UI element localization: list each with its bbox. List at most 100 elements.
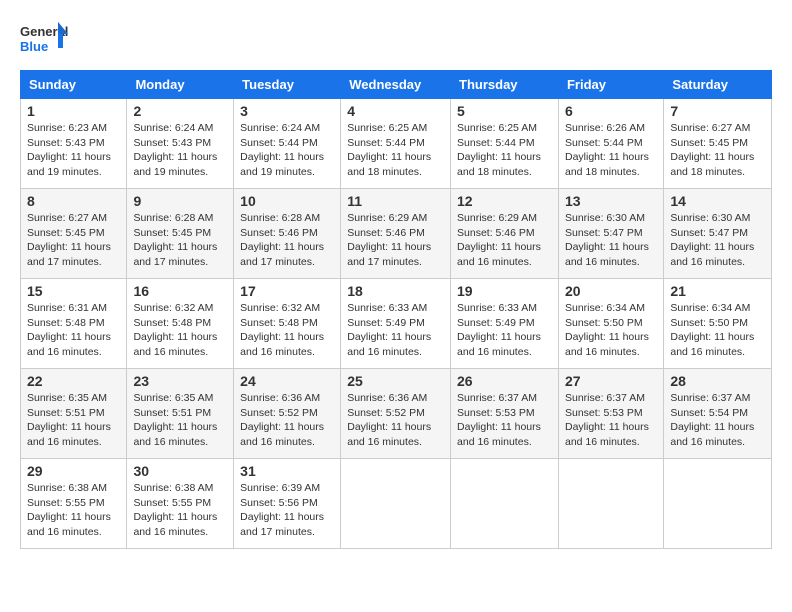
calendar-cell: 8Sunrise: 6:27 AMSunset: 5:45 PMDaylight… — [21, 189, 127, 279]
day-number: 29 — [27, 463, 120, 479]
col-header-thursday: Thursday — [451, 71, 559, 99]
calendar-cell: 23 Sunrise: 6:35 AMSunset: 5:51 PMDayligh… — [127, 369, 234, 459]
day-info: Sunrise: 6:35 AMSunset: 5:51 PMDaylight:… — [27, 391, 120, 450]
day-number: 16 — [133, 283, 227, 299]
calendar-cell: 31Sunrise: 6:39 AMSunset: 5:56 PMDayligh… — [234, 459, 341, 549]
calendar-cell: 6 Sunrise: 6:26 AMSunset: 5:44 PMDaylight… — [558, 99, 663, 189]
day-number: 6 — [565, 103, 657, 119]
day-info: Sunrise: 6:38 AMSunset: 5:55 PMDaylight:… — [133, 481, 227, 540]
calendar-cell: 11 Sunrise: 6:29 AMSunset: 5:46 PMDayligh… — [341, 189, 451, 279]
day-number: 1 — [27, 103, 120, 119]
col-header-saturday: Saturday — [664, 71, 772, 99]
calendar-cell: 18 Sunrise: 6:33 AMSunset: 5:49 PMDayligh… — [341, 279, 451, 369]
day-info: Sunrise: 6:38 AMSunset: 5:55 PMDaylight:… — [27, 481, 120, 540]
day-number: 11 — [347, 193, 444, 209]
day-number: 3 — [240, 103, 334, 119]
calendar-cell: 19 Sunrise: 6:33 AMSunset: 5:49 PMDayligh… — [451, 279, 559, 369]
logo-svg: General Blue — [20, 20, 70, 60]
calendar-cell: 17 Sunrise: 6:32 AMSunset: 5:48 PMDayligh… — [234, 279, 341, 369]
day-number: 4 — [347, 103, 444, 119]
day-info: Sunrise: 6:35 AMSunset: 5:51 PMDaylight:… — [133, 391, 227, 450]
day-info: Sunrise: 6:32 AMSunset: 5:48 PMDaylight:… — [133, 301, 227, 360]
day-info: Sunrise: 6:31 AMSunset: 5:48 PMDaylight:… — [27, 301, 120, 360]
calendar-cell: 12 Sunrise: 6:29 AMSunset: 5:46 PMDayligh… — [451, 189, 559, 279]
calendar-cell: 26 Sunrise: 6:37 AMSunset: 5:53 PMDayligh… — [451, 369, 559, 459]
day-info: Sunrise: 6:34 AMSunset: 5:50 PMDaylight:… — [670, 301, 765, 360]
col-header-monday: Monday — [127, 71, 234, 99]
calendar-cell: 27 Sunrise: 6:37 AMSunset: 5:53 PMDayligh… — [558, 369, 663, 459]
day-number: 25 — [347, 373, 444, 389]
day-info: Sunrise: 6:29 AMSunset: 5:46 PMDaylight:… — [457, 211, 552, 270]
calendar-cell: 10 Sunrise: 6:28 AMSunset: 5:46 PMDayligh… — [234, 189, 341, 279]
calendar-cell — [664, 459, 772, 549]
calendar-cell — [558, 459, 663, 549]
calendar-cell: 15 Sunrise: 6:31 AMSunset: 5:48 PMDayligh… — [21, 279, 127, 369]
day-number: 13 — [565, 193, 657, 209]
calendar-cell: 29 Sunrise: 6:38 AMSunset: 5:55 PMDayligh… — [21, 459, 127, 549]
calendar-cell: 24 Sunrise: 6:36 AMSunset: 5:52 PMDayligh… — [234, 369, 341, 459]
day-number: 22 — [27, 373, 120, 389]
day-info: Sunrise: 6:34 AMSunset: 5:50 PMDaylight:… — [565, 301, 657, 360]
day-number: 15 — [27, 283, 120, 299]
day-info: Sunrise: 6:27 AMSunset: 5:45 PMDaylight:… — [670, 121, 765, 180]
day-number: 8 — [27, 193, 120, 209]
calendar-cell: 3 Sunrise: 6:24 AMSunset: 5:44 PMDaylight… — [234, 99, 341, 189]
col-header-wednesday: Wednesday — [341, 71, 451, 99]
calendar-cell: 16 Sunrise: 6:32 AMSunset: 5:48 PMDayligh… — [127, 279, 234, 369]
day-number: 5 — [457, 103, 552, 119]
day-number: 2 — [133, 103, 227, 119]
day-info: Sunrise: 6:25 AMSunset: 5:44 PMDaylight:… — [347, 121, 444, 180]
day-info: Sunrise: 6:29 AMSunset: 5:46 PMDaylight:… — [347, 211, 444, 270]
logo: General Blue — [20, 20, 70, 60]
page-header: General Blue — [20, 20, 772, 60]
day-info: Sunrise: 6:33 AMSunset: 5:49 PMDaylight:… — [457, 301, 552, 360]
day-number: 9 — [133, 193, 227, 209]
calendar-cell: 1 Sunrise: 6:23 AMSunset: 5:43 PMDaylight… — [21, 99, 127, 189]
day-info: Sunrise: 6:30 AMSunset: 5:47 PMDaylight:… — [670, 211, 765, 270]
svg-text:Blue: Blue — [20, 39, 48, 54]
day-info: Sunrise: 6:26 AMSunset: 5:44 PMDaylight:… — [565, 121, 657, 180]
day-info: Sunrise: 6:28 AMSunset: 5:45 PMDaylight:… — [133, 211, 227, 270]
day-number: 27 — [565, 373, 657, 389]
day-number: 26 — [457, 373, 552, 389]
calendar-cell: 20 Sunrise: 6:34 AMSunset: 5:50 PMDayligh… — [558, 279, 663, 369]
calendar: SundayMondayTuesdayWednesdayThursdayFrid… — [20, 70, 772, 549]
day-number: 17 — [240, 283, 334, 299]
calendar-cell: 25 Sunrise: 6:36 AMSunset: 5:52 PMDayligh… — [341, 369, 451, 459]
day-info: Sunrise: 6:37 AMSunset: 5:53 PMDaylight:… — [565, 391, 657, 450]
day-info: Sunrise: 6:36 AMSunset: 5:52 PMDaylight:… — [240, 391, 334, 450]
day-info: Sunrise: 6:30 AMSunset: 5:47 PMDaylight:… — [565, 211, 657, 270]
day-number: 28 — [670, 373, 765, 389]
day-info: Sunrise: 6:32 AMSunset: 5:48 PMDaylight:… — [240, 301, 334, 360]
col-header-tuesday: Tuesday — [234, 71, 341, 99]
day-info: Sunrise: 6:37 AMSunset: 5:53 PMDaylight:… — [457, 391, 552, 450]
day-number: 24 — [240, 373, 334, 389]
calendar-cell: 14Sunrise: 6:30 AMSunset: 5:47 PMDayligh… — [664, 189, 772, 279]
day-info: Sunrise: 6:36 AMSunset: 5:52 PMDaylight:… — [347, 391, 444, 450]
calendar-cell: 9 Sunrise: 6:28 AMSunset: 5:45 PMDaylight… — [127, 189, 234, 279]
calendar-cell: 5 Sunrise: 6:25 AMSunset: 5:44 PMDaylight… — [451, 99, 559, 189]
day-info: Sunrise: 6:24 AMSunset: 5:43 PMDaylight:… — [133, 121, 227, 180]
calendar-cell: 2 Sunrise: 6:24 AMSunset: 5:43 PMDaylight… — [127, 99, 234, 189]
day-info: Sunrise: 6:39 AMSunset: 5:56 PMDaylight:… — [240, 481, 334, 540]
day-number: 18 — [347, 283, 444, 299]
day-info: Sunrise: 6:24 AMSunset: 5:44 PMDaylight:… — [240, 121, 334, 180]
day-number: 7 — [670, 103, 765, 119]
day-number: 19 — [457, 283, 552, 299]
calendar-cell — [451, 459, 559, 549]
day-number: 20 — [565, 283, 657, 299]
calendar-cell: 28Sunrise: 6:37 AMSunset: 5:54 PMDayligh… — [664, 369, 772, 459]
day-info: Sunrise: 6:33 AMSunset: 5:49 PMDaylight:… — [347, 301, 444, 360]
calendar-cell: 21Sunrise: 6:34 AMSunset: 5:50 PMDayligh… — [664, 279, 772, 369]
day-number: 23 — [133, 373, 227, 389]
calendar-cell: 7 Sunrise: 6:27 AMSunset: 5:45 PMDaylight… — [664, 99, 772, 189]
day-info: Sunrise: 6:28 AMSunset: 5:46 PMDaylight:… — [240, 211, 334, 270]
day-info: Sunrise: 6:25 AMSunset: 5:44 PMDaylight:… — [457, 121, 552, 180]
day-number: 12 — [457, 193, 552, 209]
col-header-sunday: Sunday — [21, 71, 127, 99]
day-number: 10 — [240, 193, 334, 209]
day-info: Sunrise: 6:23 AMSunset: 5:43 PMDaylight:… — [27, 121, 120, 180]
calendar-cell: 13 Sunrise: 6:30 AMSunset: 5:47 PMDayligh… — [558, 189, 663, 279]
calendar-cell: 30Sunrise: 6:38 AMSunset: 5:55 PMDayligh… — [127, 459, 234, 549]
col-header-friday: Friday — [558, 71, 663, 99]
